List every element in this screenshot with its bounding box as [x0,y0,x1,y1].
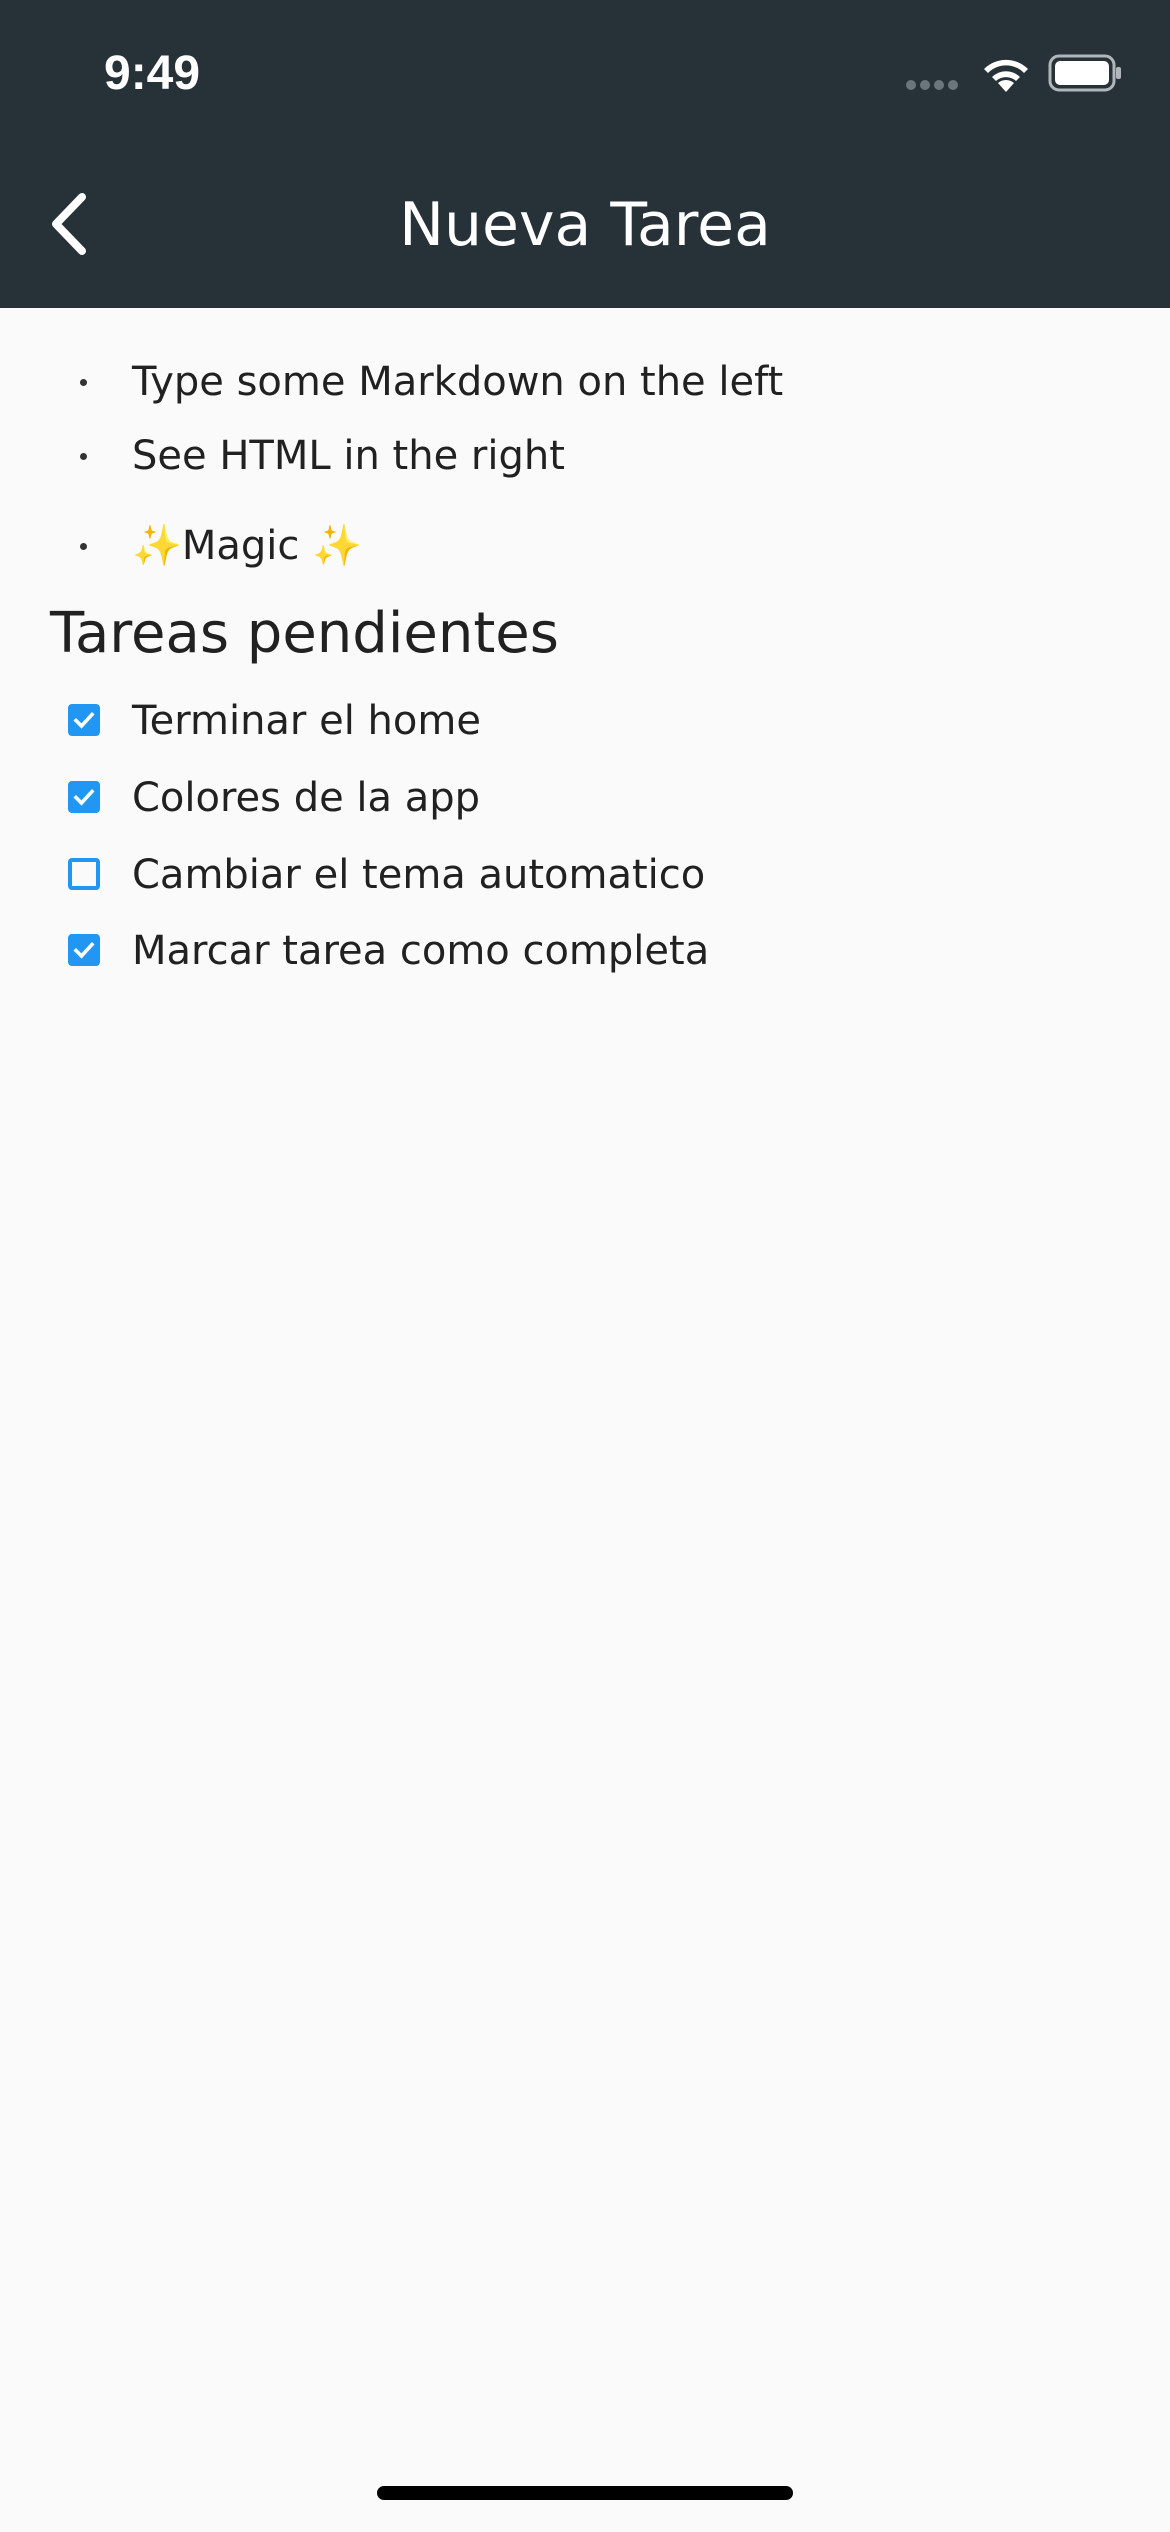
check-icon [73,788,95,806]
task-checkbox[interactable] [68,934,100,966]
page-title: Nueva Tarea [399,190,771,260]
bullet-icon [80,379,87,386]
check-icon [73,711,95,729]
wifi-icon [984,59,1028,92]
status-time: 9:49 [104,47,201,100]
task-checkbox[interactable] [68,781,100,813]
status-icons [906,52,1121,96]
task-item: Cambiar el tema automatico [0,842,1170,908]
bullet-icon [80,543,87,550]
section-heading: Tareas pendientes [50,601,559,666]
task-checkbox[interactable] [68,858,100,890]
list-item-text: ✨Magic ✨ [132,516,362,576]
task-item: Terminar el home [0,688,1170,754]
list-item: See HTML in the right [0,426,1170,486]
task-checkbox[interactable] [68,704,100,736]
task-item: Marcar tarea como completa [0,918,1170,984]
task-item: Colores de la app [0,765,1170,831]
list-item: Type some Markdown on the left [0,352,1170,412]
check-icon [73,941,95,959]
list-item: ✨Magic ✨ [0,516,1170,576]
task-label: Marcar tarea como completa [132,928,710,974]
signal-dots-icon [906,80,960,90]
bullet-icon [80,453,87,460]
list-item-text: Type some Markdown on the left [132,359,784,405]
magic-text: Magic [181,523,313,569]
app-bar: 9:49 Nueva Tarea [0,0,1170,308]
sparkle-icon: ✨ [312,523,362,569]
task-label: Terminar el home [132,698,481,744]
home-indicator[interactable] [377,2486,793,2500]
task-label: Cambiar el tema automatico [132,852,706,898]
task-label: Colores de la app [132,775,481,821]
battery-icon [1048,54,1121,92]
list-item-text: See HTML in the right [132,433,565,479]
sparkle-icon: ✨ [132,523,182,569]
